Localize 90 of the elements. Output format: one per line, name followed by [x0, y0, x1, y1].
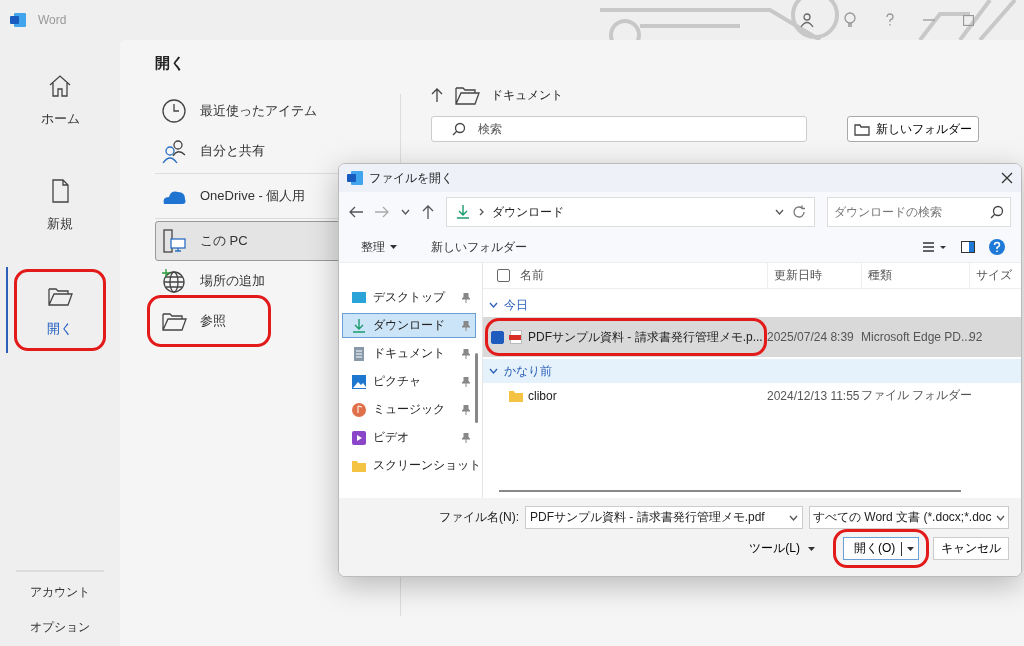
- recent-chevron-icon[interactable]: [401, 209, 410, 215]
- music-icon: [351, 401, 367, 418]
- refresh-icon[interactable]: [792, 205, 806, 219]
- sidebar-item[interactable]: スクリーンショット: [342, 453, 476, 478]
- file-size: 92: [969, 330, 984, 344]
- search-icon: [990, 205, 1004, 219]
- up-arrow-icon[interactable]: [422, 205, 434, 219]
- sidebar-item[interactable]: デスクトップ: [342, 285, 476, 310]
- chevron-down-icon[interactable]: [489, 368, 498, 374]
- address-bar[interactable]: ダウンロード: [446, 197, 815, 227]
- checkbox[interactable]: [491, 330, 504, 344]
- scrollbar[interactable]: [475, 353, 478, 423]
- view-menu-icon[interactable]: [923, 241, 947, 253]
- file-name-label: ファイル名(N):: [439, 509, 519, 526]
- modified-date: 2024/12/13 11:55: [767, 388, 861, 403]
- modified-date: 2025/07/24 8:39: [767, 330, 855, 344]
- location-item[interactable]: 最近使ったアイテム: [155, 91, 395, 131]
- pc-icon: [160, 227, 188, 255]
- video-icon: [351, 429, 367, 446]
- page-title: 開く: [155, 54, 186, 73]
- open-button[interactable]: 開く(O): [843, 537, 919, 560]
- sidebar-item[interactable]: ビデオ: [342, 425, 476, 450]
- dialog-title: ファイルを開く: [369, 169, 454, 187]
- pin-icon[interactable]: [461, 292, 471, 303]
- chevron-down-icon[interactable]: [996, 514, 1005, 521]
- file-name: clibor: [528, 388, 557, 403]
- chevron-down-icon[interactable]: [789, 514, 798, 521]
- word-logo-icon: [347, 171, 363, 185]
- file-name: PDFサンプル資料 - 請求書発行管理メモ.p...: [528, 328, 763, 346]
- file-type: Microsoft Edge PD...: [861, 330, 969, 344]
- chevron-down-icon[interactable]: [489, 302, 498, 308]
- nav-item[interactable]: ホーム: [20, 65, 100, 135]
- sidebar-item[interactable]: ダウンロード: [342, 313, 476, 338]
- app-title: Word: [38, 13, 68, 27]
- word-logo-icon: [10, 13, 26, 27]
- pin-icon[interactable]: [461, 432, 471, 443]
- search-icon: [452, 122, 466, 136]
- caret-down-icon[interactable]: [907, 546, 914, 551]
- search-field[interactable]: ダウンロードの検索: [827, 197, 1011, 227]
- pin-icon[interactable]: [461, 320, 471, 331]
- file-type-dropdown[interactable]: すべての Word 文書 (*.docx;*.doc: [809, 506, 1009, 529]
- search-field[interactable]: 検索: [431, 116, 807, 142]
- tools-menu[interactable]: ツール(L): [743, 539, 821, 558]
- chevron-right-icon: [479, 208, 484, 216]
- globe-icon: [160, 267, 188, 295]
- account-icon[interactable]: [799, 12, 815, 28]
- people-icon: [160, 137, 188, 165]
- folder-icon: [854, 122, 870, 136]
- nav-item[interactable]: 新規: [20, 170, 100, 240]
- file-row[interactable]: clibor 2024/12/13 11:55 ファイル フォルダー: [483, 383, 1021, 408]
- checkbox[interactable]: [497, 269, 510, 282]
- file-type: ファイル フォルダー: [861, 387, 969, 404]
- cancel-button[interactable]: キャンセル: [933, 537, 1009, 560]
- caret-down-icon[interactable]: [808, 546, 815, 551]
- file-row[interactable]: PDFサンプル資料 - 請求書発行管理メモ.p... 2025/07/24 8:39 Microsoft Edge PD...92: [483, 317, 1021, 357]
- close-icon[interactable]: [1001, 172, 1013, 184]
- column-header[interactable]: 更新日時: [767, 263, 861, 288]
- new-folder-button[interactable]: 新しいフォルダー: [847, 116, 979, 142]
- back-arrow-icon[interactable]: [349, 206, 363, 218]
- file-name-field[interactable]: PDFサンプル資料 - 請求書発行管理メモ.pdf: [525, 506, 803, 529]
- document-icon: [351, 345, 367, 362]
- pin-icon[interactable]: [461, 404, 471, 415]
- new-folder-button[interactable]: 新しいフォルダー: [425, 237, 533, 257]
- clock-icon: [160, 97, 188, 125]
- column-header[interactable]: 種類: [861, 263, 969, 288]
- location-item[interactable]: 自分と共有: [155, 131, 395, 171]
- up-arrow-icon[interactable]: [431, 88, 443, 102]
- caret-down-icon[interactable]: [390, 245, 397, 249]
- column-header[interactable]: サイズ: [969, 263, 1021, 288]
- nav-link[interactable]: アカウント: [26, 580, 94, 605]
- pin-icon[interactable]: [461, 376, 471, 387]
- sidebar-item[interactable]: ドキュメント: [342, 341, 476, 366]
- column-header[interactable]: 名前: [520, 267, 544, 284]
- scrollbar[interactable]: [499, 490, 961, 492]
- sidebar-item[interactable]: ミュージック: [342, 397, 476, 422]
- nav-item[interactable]: 開く: [20, 275, 100, 345]
- group-header[interactable]: 今日: [483, 293, 1021, 317]
- pdf-file-icon: [508, 329, 524, 345]
- sidebar-item[interactable]: ピクチャ: [342, 369, 476, 394]
- download-icon: [455, 204, 471, 220]
- chevron-down-icon[interactable]: [775, 209, 784, 215]
- preview-pane-icon[interactable]: [961, 241, 975, 253]
- help-icon[interactable]: [989, 239, 1005, 255]
- download-icon: [351, 317, 367, 334]
- group-header[interactable]: かなり前: [483, 359, 1021, 383]
- nav-link[interactable]: オプション: [26, 615, 94, 640]
- pin-icon[interactable]: [461, 348, 471, 359]
- desktop-icon: [351, 289, 367, 306]
- picture-icon: [351, 373, 367, 390]
- breadcrumb[interactable]: ドキュメント: [491, 86, 563, 104]
